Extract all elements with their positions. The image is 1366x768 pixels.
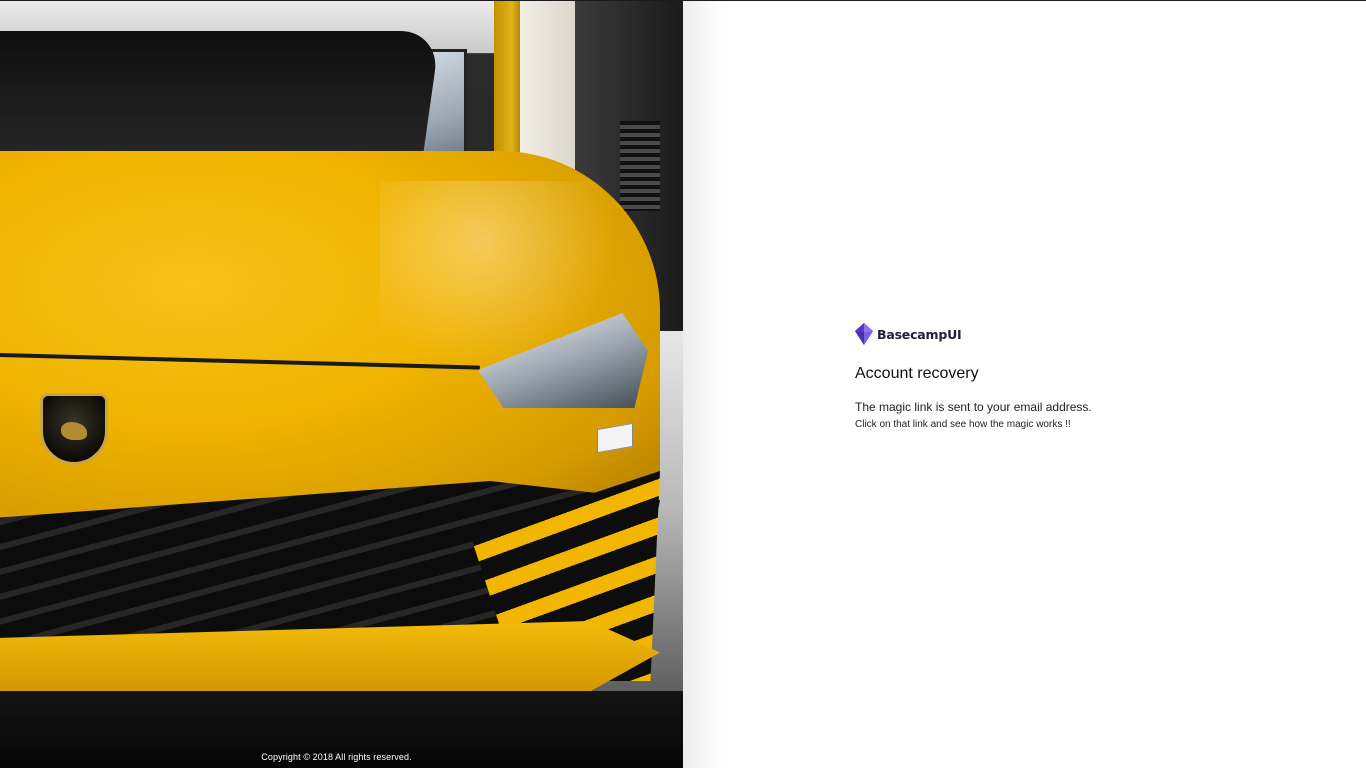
recovery-content: BasecampUI Account recovery The magic li… [855, 323, 1092, 430]
hero-image: Copyright © 2018 All rights reserved. [0, 1, 683, 768]
brand-logo-link[interactable]: BasecampUI [855, 323, 1092, 345]
copyright-text: Copyright © 2018 All rights reserved. [261, 752, 412, 762]
recovery-panel: BasecampUI Account recovery The magic li… [683, 1, 1366, 768]
recovery-message-secondary: Click on that link and see how the magic… [855, 419, 1071, 430]
page-title: Account recovery [855, 365, 979, 382]
purple-gem-icon [855, 323, 873, 345]
recovery-message-primary: The magic link is sent to your email add… [855, 400, 1092, 414]
car-emblem-icon [40, 393, 108, 465]
brand-name: BasecampUI [877, 326, 962, 342]
